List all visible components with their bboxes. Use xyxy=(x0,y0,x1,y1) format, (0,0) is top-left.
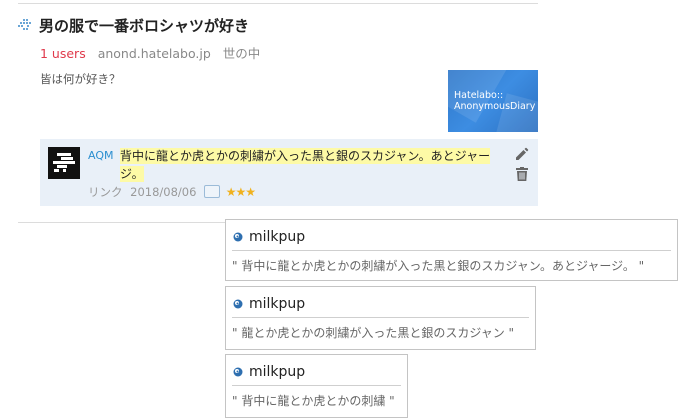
top-divider xyxy=(18,3,538,4)
quote-divider xyxy=(232,385,401,386)
quote-divider xyxy=(232,250,671,251)
quote-divider xyxy=(232,317,529,318)
entry-category[interactable]: 世の中 xyxy=(223,46,261,61)
comment-username[interactable]: AQM xyxy=(88,149,113,162)
quote-card: milkpup " 背中に龍とか虎とかの刺繍が入った黒と銀のスカジャン。あとジャ… xyxy=(225,219,678,281)
avatar[interactable] xyxy=(48,147,80,179)
my-bookmark-comment: AQM 背中に龍とか虎とかの刺繍が入った黒と銀のスカジャン。あとジャージ。 リン… xyxy=(40,139,538,206)
pencil-icon[interactable] xyxy=(515,147,529,161)
bookmark-users-count[interactable]: 1 users xyxy=(40,46,86,61)
trash-icon[interactable] xyxy=(516,167,528,181)
add-star-icon[interactable] xyxy=(204,185,221,198)
entry-domain[interactable]: anond.hatelabo.jp xyxy=(98,46,211,61)
quote-text: " 龍とか虎とかの刺繍が入った黒と銀のスカジャン " xyxy=(232,326,515,340)
quote-card: milkpup " 背中に龍とか虎とかの刺繍 " xyxy=(225,354,408,418)
entry-summary: 皆は何が好き？ xyxy=(40,72,121,86)
quote-text: " 背中に龍とか虎とかの刺繍 " xyxy=(232,394,395,408)
entry-meta: 1 users anond.hatelabo.jp 世の中 xyxy=(40,43,260,62)
comment-date[interactable]: 2018/08/06 xyxy=(130,185,196,199)
hatena-favicon-icon xyxy=(18,19,31,30)
quote-username[interactable]: milkpup xyxy=(249,364,305,380)
thumbnail-caption: Hatelabo:: AnonymousDiary xyxy=(454,90,536,112)
comment-text: 背中に龍とか虎とかの刺繍が入った黒と銀のスカジャン。あとジャージ。 xyxy=(120,148,491,182)
entry-thumbnail[interactable]: Hatelabo:: AnonymousDiary xyxy=(448,70,538,132)
eye-icon xyxy=(233,299,243,309)
comment-footer: リンク 2018/08/06 ★★★ xyxy=(88,184,256,200)
quote-username[interactable]: milkpup xyxy=(249,229,305,245)
entry-title[interactable]: 男の服で一番ボロシャツが好き xyxy=(39,15,249,36)
comment-link[interactable]: リンク xyxy=(88,185,123,199)
star-rating[interactable]: ★★★ xyxy=(226,185,256,199)
quote-username[interactable]: milkpup xyxy=(249,296,305,312)
quote-card: milkpup " 龍とか虎とかの刺繍が入った黒と銀のスカジャン " xyxy=(225,286,536,350)
eye-icon xyxy=(233,367,243,377)
quote-text: " 背中に龍とか虎とかの刺繍が入った黒と銀のスカジャン。あとジャージ。 " xyxy=(232,259,645,273)
eye-icon xyxy=(233,232,243,242)
